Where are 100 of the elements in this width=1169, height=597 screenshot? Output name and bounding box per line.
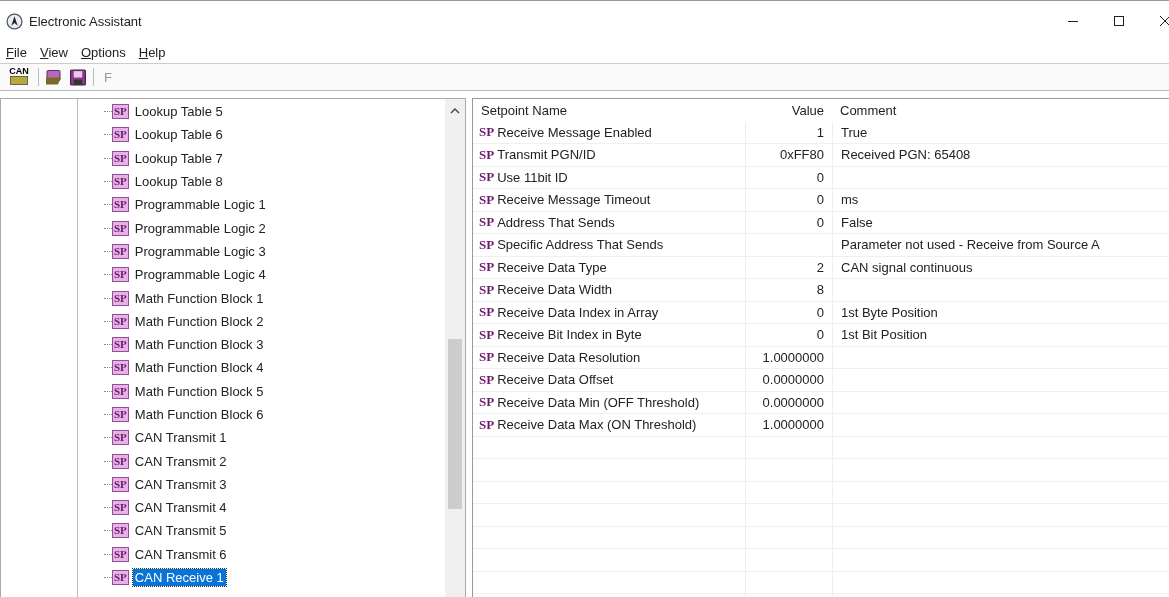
setpoint-comment: CAN signal continuous [841,259,973,275]
tree-item[interactable]: Math Function Block 4 [132,359,266,377]
setpoint-value[interactable]: 0 [816,327,824,343]
setpoint-name[interactable]: Receive Data Offset [497,372,614,388]
setpoint-name[interactable]: Receive Data Type [497,259,607,275]
close-icon[interactable] [1159,15,1169,27]
tree-item[interactable]: CAN Transmit 3 [132,475,229,493]
setpoint-icon: SP [479,191,495,208]
can-connect-button[interactable]: CAN [6,66,32,88]
menu-item[interactable]: Options [80,44,126,60]
column-header[interactable]: Setpoint Name [473,99,745,122]
setpoint-icon: SP [112,337,129,353]
setpoint-icon: SP [112,197,129,213]
setpoint-comment: Received PGN: 65408 [841,147,971,163]
setpoint-icon: SP [112,383,129,399]
setpoint-icon: SP [112,127,129,143]
scroll-up-icon[interactable] [450,108,460,114]
setpoint-icon: SP [112,546,129,562]
setpoint-value[interactable]: 8 [816,282,824,298]
setpoint-name[interactable]: Specific Address That Sends [497,237,664,253]
setpoint-icon: SP [112,313,129,329]
scrollbar[interactable] [445,99,465,597]
tree-item[interactable]: CAN Transmit 1 [132,429,229,447]
setpoint-icon: SP [479,349,495,366]
tree-item[interactable]: CAN Transmit 6 [132,545,229,563]
setpoint-value[interactable]: 0 [816,169,824,185]
menu-item[interactable]: Help [138,44,166,60]
tree-item[interactable]: Lookup Table 5 [132,103,225,121]
setpoint-comment: Parameter not used - Receive from Source A [841,237,1100,253]
setpoint-comment: 1st Bit Position [841,327,927,343]
setpoint-name[interactable]: Receive Bit Index in Byte [497,327,642,343]
setpoint-icon: SP [479,326,495,343]
setpoint-icon: SP [479,236,495,253]
setpoint-icon: SP [112,220,129,236]
tree-item[interactable]: Math Function Block 1 [132,289,266,307]
tree-item[interactable]: Lookup Table 7 [132,149,225,167]
setpoint-name[interactable]: Transmit PGN/ID [497,147,596,163]
setpoint-icon: SP [479,146,495,163]
setpoint-value[interactable]: 0 [816,214,824,230]
setpoint-value[interactable]: 2 [816,259,824,275]
setpoint-icon: SP [479,371,495,388]
tree-item[interactable]: CAN Transmit 4 [132,499,229,517]
tree-item[interactable]: Math Function Block 5 [132,382,266,400]
tree-item[interactable]: Programmable Logic 4 [132,266,268,284]
setpoint-name[interactable]: Receive Data Min (OFF Threshold) [497,394,700,410]
setpoint-value[interactable]: 1.0000000 [762,349,824,365]
tree-item[interactable]: Programmable Logic 1 [132,196,268,214]
column-header[interactable]: Comment [832,99,1169,122]
setpoint-comment: ms [841,192,859,208]
menu-item[interactable]: View [39,44,68,60]
setpoint-value[interactable]: 0 [816,192,824,208]
tree-item[interactable]: Programmable Logic 2 [132,219,268,237]
setpoint-name[interactable]: Receive Data Max (ON Threshold) [497,417,697,433]
setpoint-icon: SP [479,281,495,298]
setpoint-icon: SP [479,394,495,411]
setpoint-icon: SP [112,104,129,120]
setpoint-icon: SP [479,124,495,141]
setpoint-icon: SP [112,150,129,166]
setpoint-value[interactable]: 0.0000000 [762,372,824,388]
tree-item[interactable]: CAN Transmit 5 [132,522,229,540]
setpoint-name[interactable]: Receive Message Timeout [497,192,651,208]
window-title: Electronic Assistant [29,13,142,29]
setpoint-name[interactable]: Receive Message Enabled [497,124,652,140]
tree-item[interactable]: Math Function Block 2 [132,312,266,330]
setpoint-comment: 1st Byte Position [841,304,938,320]
setpoint-icon: SP [112,570,129,586]
setpoint-value[interactable]: 1.0000000 [762,417,824,433]
setpoint-name[interactable]: Receive Data Resolution [497,349,641,365]
setpoint-icon: SP [112,430,129,446]
setpoint-icon: SP [479,259,495,276]
tree-item[interactable]: CAN Transmit 2 [132,452,229,470]
scroll-thumb[interactable] [448,339,462,509]
setpoint-name[interactable]: Receive Data Index in Array [497,304,659,320]
setpoint-icon: SP [112,174,129,190]
setpoint-icon: SP [112,523,129,539]
setpoint-comment: False [841,214,873,230]
setpoint-value[interactable]: 0xFF80 [779,147,824,163]
setpoint-icon: SP [112,476,129,492]
tree-item[interactable]: Math Function Block 3 [132,336,266,354]
setpoint-name[interactable]: Receive Data Width [497,282,613,298]
tree-item[interactable]: Lookup Table 6 [132,126,225,144]
open-folder-icon[interactable] [45,68,63,86]
tree-item[interactable]: Math Function Block 6 [132,406,266,423]
maximize-icon[interactable] [1113,15,1125,27]
setpoint-icon: SP [479,416,495,433]
setpoint-value[interactable]: 0 [816,304,824,320]
menu-item[interactable]: File [6,44,27,60]
setpoint-value[interactable]: 0.0000000 [762,394,824,410]
tree-item[interactable]: Programmable Logic 3 [132,242,268,260]
tree-item[interactable]: CAN Receive 1 [132,569,226,587]
setpoint-name[interactable]: Address That Sends [497,214,615,230]
setpoint-name[interactable]: Use 11bit ID [497,169,568,185]
setpoint-icon: SP [112,407,129,422]
setpoint-icon: SP [479,304,495,321]
setpoint-value[interactable]: 1 [816,124,824,140]
tree-item[interactable]: Lookup Table 8 [132,173,225,191]
setpoint-icon: SP [112,267,129,283]
setpoint-icon: SP [112,453,129,469]
setpoint-icon: SP [112,360,129,376]
column-header[interactable]: Value [745,99,832,122]
